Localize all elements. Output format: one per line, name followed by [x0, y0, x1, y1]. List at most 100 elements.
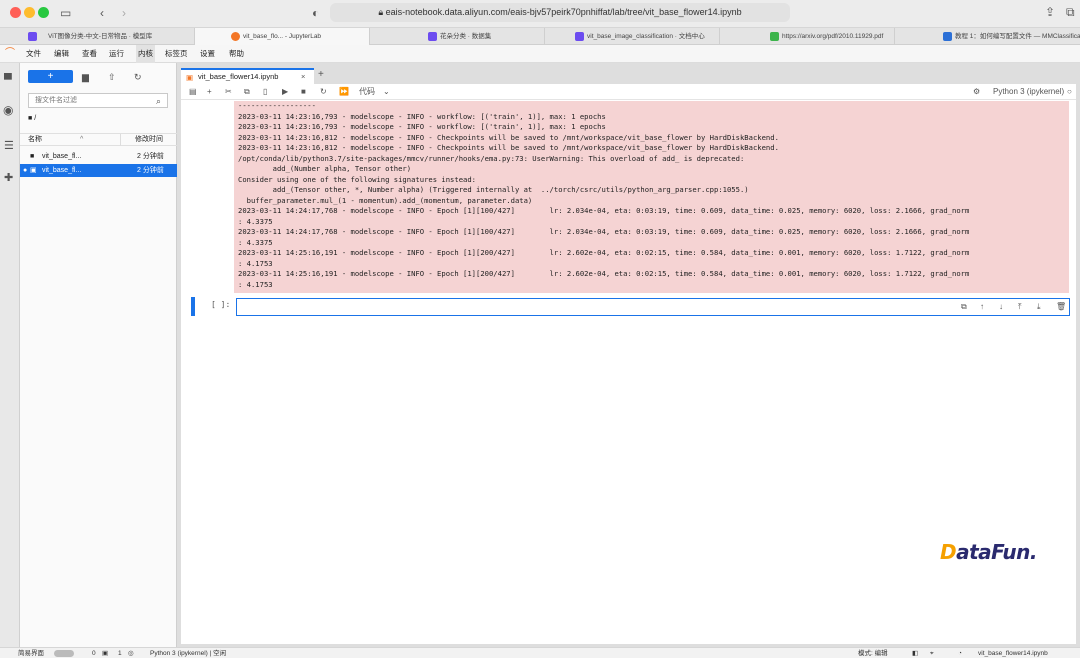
datafun-watermark: DataFun.	[940, 540, 1037, 564]
copy-icon[interactable]: ⧉	[244, 86, 250, 98]
output-line: : 4.3375	[238, 216, 273, 226]
output-line: 2023-03-11 14:24:17,768 - modelscope - I…	[238, 206, 970, 215]
output-line: Consider using one of the following sign…	[238, 174, 476, 184]
folder-icon: ■	[30, 153, 35, 160]
kernel-status-icon: ○	[1067, 87, 1072, 96]
output-line: : 4.3375	[238, 237, 273, 247]
refresh-icon[interactable]: ↻	[134, 70, 142, 84]
file-list-item-selected[interactable]: ● ▣ vit_base_fl... 2 分钟前	[20, 164, 177, 177]
cut-icon[interactable]: ✂	[225, 86, 232, 98]
kernel-icon: ◎	[128, 650, 134, 657]
bell-icon[interactable]: ◔	[958, 648, 962, 659]
new-tab-icon[interactable]: +	[318, 69, 324, 80]
output-line: 2023-03-11 14:23:16,812 - modelscope - I…	[238, 132, 779, 142]
new-folder-icon[interactable]: ▆	[82, 70, 89, 84]
browser-tab[interactable]: ViT图像分类-中文-日常物品 · 模型库	[20, 28, 195, 45]
menu-kernel[interactable]: 内核	[136, 45, 155, 63]
output-line: add_(Tensor other, *, Number alpha) (Tri…	[238, 185, 749, 194]
menu-view[interactable]: 查看	[82, 45, 97, 63]
column-name-header[interactable]: 名称	[28, 134, 42, 146]
file-list-item[interactable]: ■ vit_base_fl... 2 分钟前	[20, 150, 177, 163]
column-modified-header[interactable]: 修改时间	[120, 134, 163, 146]
insert-above-icon[interactable]: ⤒	[1018, 301, 1022, 313]
minimize-window-icon[interactable]	[24, 7, 35, 18]
run-icon[interactable]: ▶	[282, 86, 288, 98]
duplicate-cell-icon[interactable]: ⧉	[961, 301, 967, 313]
folder-icon[interactable]: ▀	[4, 73, 12, 87]
line-col-indicator: ⌖	[930, 650, 934, 657]
notification-icon[interactable]: ◧	[912, 648, 918, 659]
kernel-name[interactable]: Python 3 (ipykernel)	[993, 86, 1064, 98]
browser-tab[interactable]: vit_base_image_classification · 文档中心	[545, 28, 720, 45]
file-browser: + ▆ ⇧ ↻ ⌕ ■ / 名称 ^ 修改时间 ■ vit_base_fl...…	[20, 63, 177, 647]
activity-bar: ▀ ◉ ☰ ✚	[0, 63, 20, 647]
kernel-count[interactable]: 1	[118, 648, 122, 659]
output-separator: ------------------	[238, 101, 316, 110]
toc-icon[interactable]: ☰	[4, 139, 14, 153]
code-cell-input[interactable]: ⧉ ↑ ↓ ⤒ ⤓ 🗑︎	[236, 298, 1070, 316]
active-cell-indicator	[191, 297, 195, 316]
modelscope-favicon-icon	[575, 32, 584, 41]
menu-run[interactable]: 运行	[109, 45, 124, 63]
close-tab-icon[interactable]: ×	[301, 70, 305, 84]
run-all-icon[interactable]: ⏩	[339, 86, 349, 98]
output-line: : 4.1753	[238, 258, 273, 268]
breadcrumb[interactable]: ■ /	[28, 115, 36, 122]
save-icon[interactable]: ▤	[189, 86, 197, 98]
jupyter-menubar: ⌒ 文件 编辑 查看 运行 内核 标签页 设置 帮助	[0, 45, 1080, 63]
browser-tab[interactable]: https://arxiv.org/pdf/2010.11929.pdf	[720, 28, 895, 45]
filter-input[interactable]	[28, 93, 168, 108]
share-icon[interactable]: ⇪	[1045, 5, 1055, 19]
output-line: 2023-03-11 14:23:16,793 - modelscope - I…	[238, 111, 606, 121]
upload-icon[interactable]: ⇧	[108, 70, 116, 84]
stop-icon[interactable]: ■	[301, 86, 306, 98]
new-launcher-button[interactable]: +	[28, 70, 73, 83]
jupyter-logo-icon: ⌒	[5, 48, 15, 59]
menu-edit[interactable]: 编辑	[54, 45, 69, 63]
running-kernels-icon[interactable]: ◉	[3, 103, 13, 117]
browser-tab-bar: ViT图像分类-中文-日常物品 · 模型库 vit_base_flo... - …	[0, 28, 1080, 45]
output-line: 2023-03-11 14:24:17,768 - modelscope - I…	[238, 227, 970, 236]
browser-tab[interactable]: vit_base_flo... - JupyterLab	[195, 28, 370, 45]
forward-icon[interactable]: ›	[122, 6, 126, 20]
sort-icon: ^	[80, 136, 84, 143]
cell-output-stderr: ------------------ 2023-03-11 14:23:16,7…	[234, 101, 1069, 293]
browser-tab[interactable]: 教程 1：如何编写配置文件 — MMClassification	[895, 28, 1080, 45]
status-filename: vit_base_flower14.ipynb	[978, 650, 1048, 657]
folder-icon: ■	[28, 115, 33, 122]
maximize-window-icon[interactable]	[38, 7, 49, 18]
insert-cell-icon[interactable]: +	[207, 86, 212, 98]
back-icon[interactable]: ‹	[100, 6, 104, 20]
move-up-icon[interactable]: ↑	[980, 301, 984, 313]
close-window-icon[interactable]	[10, 7, 21, 18]
browser-tab[interactable]: 花朵分类 · 数据集	[370, 28, 545, 45]
restart-icon[interactable]: ↻	[320, 86, 327, 98]
menu-settings[interactable]: 设置	[200, 45, 215, 63]
output-line: 2023-03-11 14:25:16,191 - modelscope - I…	[238, 269, 970, 278]
output-line: : 4.1753	[238, 279, 273, 289]
simple-mode-toggle[interactable]	[54, 650, 74, 657]
extension-icon[interactable]: ✚	[4, 171, 13, 185]
search-icon: ⌕	[156, 96, 162, 106]
move-down-icon[interactable]: ↓	[999, 301, 1003, 313]
settings-icon[interactable]: ⚙	[973, 86, 980, 98]
cell-type-select[interactable]: 代码	[359, 86, 375, 98]
paste-icon[interactable]: ▯	[263, 86, 267, 98]
delete-cell-icon[interactable]: 🗑︎	[1056, 301, 1066, 313]
output-line: 2023-03-11 14:23:16,793 - modelscope - I…	[238, 122, 606, 131]
url-bar[interactable]: 🔒︎ eais-notebook.data.aliyun.com/eais-bj…	[330, 3, 790, 22]
jupyter-favicon-icon	[231, 32, 240, 41]
mode-indicator: 模式: 编辑	[858, 650, 888, 657]
kernel-status[interactable]: Python 3 (ipykernel) | 空闲	[150, 648, 226, 659]
menu-file[interactable]: 文件	[26, 45, 41, 63]
notebook-tab[interactable]: ▣ vit_base_flower14.ipynb ×	[181, 68, 314, 84]
modelscope-favicon-icon	[428, 32, 437, 41]
chevron-down-icon[interactable]: ⌄	[383, 86, 390, 98]
menu-tabs[interactable]: 标签页	[165, 45, 188, 63]
privacy-shield-icon[interactable]: ◐	[312, 6, 319, 20]
sidebar-toggle-icon[interactable]: ▭	[60, 6, 71, 20]
terminal-count[interactable]: 0	[92, 648, 96, 659]
menu-help[interactable]: 帮助	[229, 45, 244, 63]
insert-below-icon[interactable]: ⤓	[1037, 301, 1041, 313]
tab-overview-icon[interactable]: ⧉	[1066, 5, 1075, 19]
